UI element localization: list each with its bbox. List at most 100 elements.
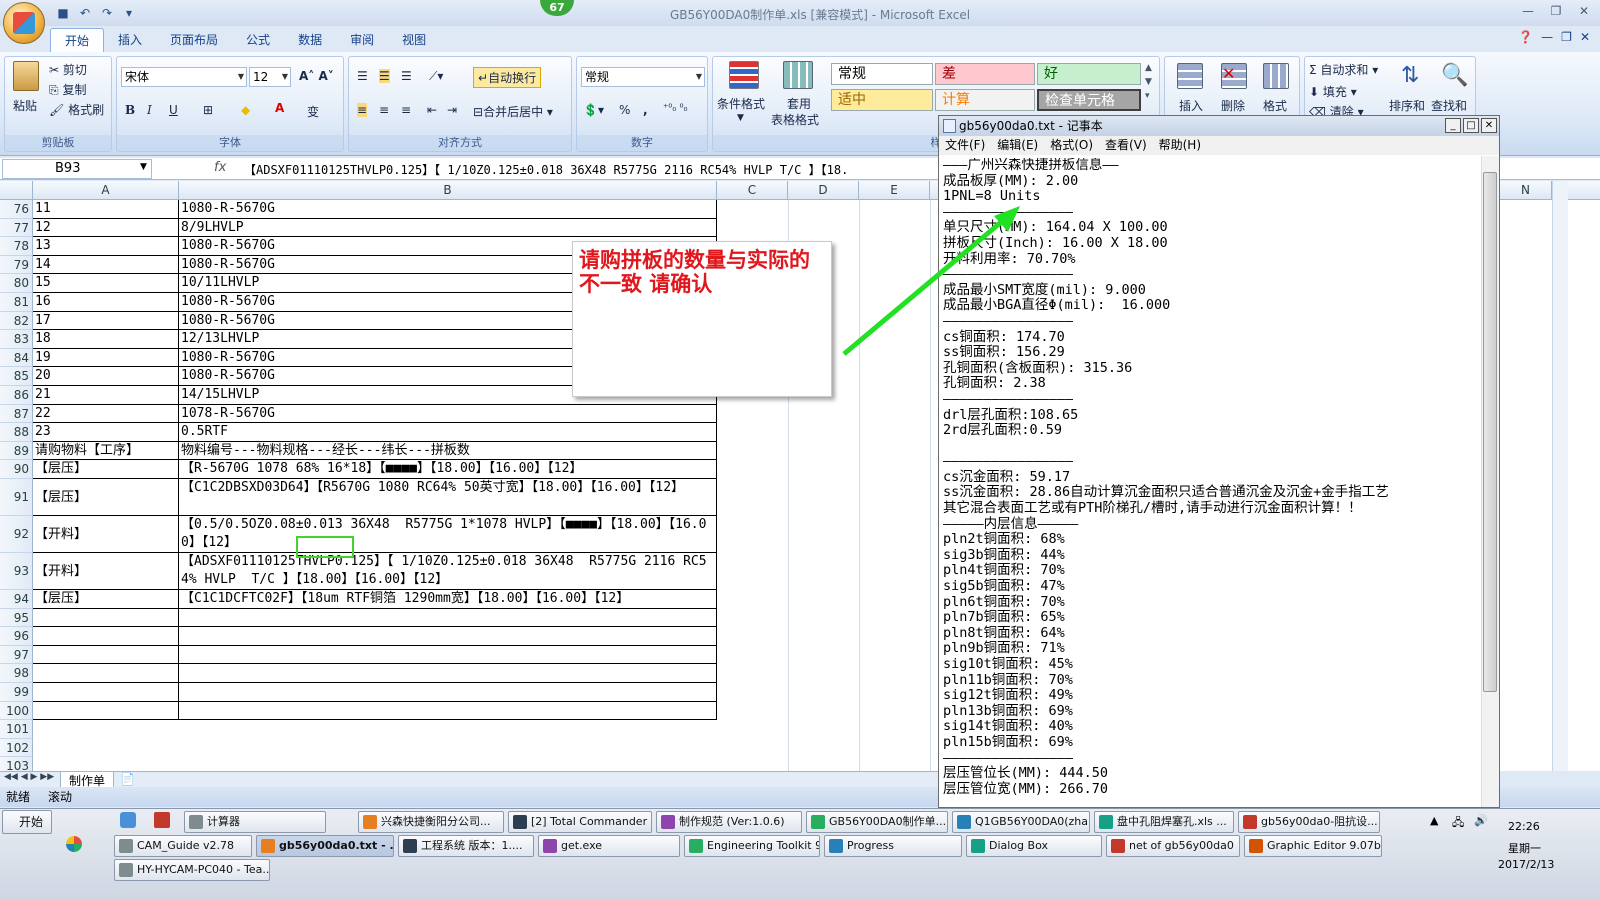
namebox-dropdown-icon[interactable]: ▼ xyxy=(140,162,147,172)
cell-b[interactable]: 物料编号---物料规格---经长---纬长---拼板数 xyxy=(179,441,717,461)
increase-decimal-icon[interactable]: ⁺⁰₀ ⁰₀ xyxy=(663,103,688,114)
cell-a[interactable]: 11 xyxy=(33,200,179,219)
style-neutral[interactable]: 适中 xyxy=(831,89,933,111)
cell-a[interactable]: 22 xyxy=(33,404,179,424)
ribbon-close-icon[interactable]: ✕ xyxy=(1580,30,1590,44)
column-header-n[interactable]: N xyxy=(1500,181,1552,200)
volume-icon[interactable]: 🔊 xyxy=(1474,814,1488,827)
align-middle-icon[interactable]: ☰ xyxy=(379,69,390,83)
currency-icon[interactable]: 💲▾ xyxy=(583,103,604,117)
cut-button[interactable]: ✂ 剪切 xyxy=(49,61,87,78)
table-format-label-1[interactable]: 套用 xyxy=(787,95,811,112)
row-header[interactable]: 77 xyxy=(0,218,33,238)
underline-icon[interactable]: U xyxy=(169,103,178,117)
network-icon[interactable]: 🖧 xyxy=(1452,814,1464,833)
cell-a[interactable] xyxy=(33,645,179,665)
autosum-button[interactable]: Σ 自动求和 ▾ xyxy=(1309,61,1378,78)
align-bottom-icon[interactable]: ☰ xyxy=(401,69,412,83)
column-header-e[interactable]: E xyxy=(859,181,930,200)
row-header[interactable]: 93 xyxy=(0,553,33,590)
comma-button[interactable]: , xyxy=(643,103,648,117)
find-select-button[interactable]: 查找和 xyxy=(1431,97,1467,114)
style-calculation[interactable]: 计算 xyxy=(935,89,1035,111)
table-format-icon[interactable] xyxy=(783,61,813,89)
insert-cells-icon[interactable] xyxy=(1177,63,1203,89)
binoculars-icon[interactable]: 🔍 xyxy=(1441,63,1468,88)
cell-b[interactable]: 8/9LHVLP xyxy=(179,218,717,238)
insert-cells-button[interactable]: 插入 xyxy=(1179,97,1203,114)
tray-expand-icon[interactable]: ▲ xyxy=(1430,814,1438,827)
cell-a[interactable] xyxy=(33,701,179,721)
cell-a[interactable]: 16 xyxy=(33,293,179,312)
column-header-c[interactable]: C xyxy=(717,181,788,200)
row-header[interactable]: 91 xyxy=(0,479,33,516)
font-name-combo[interactable]: 宋体 ▼ xyxy=(121,67,247,87)
fill-button[interactable]: ⬇ 填充 ▾ xyxy=(1309,83,1357,100)
cell-a[interactable] xyxy=(33,664,179,683)
row-header[interactable]: 96 xyxy=(0,627,33,646)
cell-a[interactable]: 请购物料【工序】 xyxy=(33,441,179,461)
font-size-combo[interactable]: 12 ▼ xyxy=(249,67,291,87)
cell-a[interactable]: 【层压】 xyxy=(33,460,179,479)
orientation-icon[interactable]: ⟋▾ xyxy=(429,69,443,84)
grow-font-icon[interactable]: A˄ A˅ xyxy=(299,69,334,83)
row-header[interactable]: 76 xyxy=(0,200,33,219)
style-normal[interactable]: 常规 xyxy=(831,63,933,85)
merge-center-button[interactable]: ⊟合并后居中 ▾ xyxy=(473,103,553,120)
undo-icon[interactable]: ↶ xyxy=(76,4,94,22)
taskbar-button[interactable]: 工程系统 版本：1.... xyxy=(398,835,534,857)
bold-icon[interactable]: B xyxy=(125,103,135,117)
row-header[interactable]: 86 xyxy=(0,386,33,405)
row-header[interactable]: 85 xyxy=(0,367,33,386)
cell-a[interactable]: 15 xyxy=(33,274,179,293)
cell-a[interactable]: 12 xyxy=(33,218,179,238)
delete-cells-icon[interactable]: ✕ xyxy=(1221,63,1247,89)
styles-scroll-icon[interactable]: ▲ ▼ ▾ xyxy=(1145,61,1152,103)
cell-b[interactable] xyxy=(179,645,717,665)
conditional-format-icon[interactable] xyxy=(729,61,759,89)
insert-sheet-icon[interactable]: 📄 xyxy=(120,772,135,786)
taskbar-button[interactable]: 计算器 xyxy=(184,811,326,833)
pdf-icon[interactable] xyxy=(154,812,170,828)
row-header[interactable]: 103 xyxy=(0,757,33,771)
row-header[interactable]: 84 xyxy=(0,348,33,368)
cell-a[interactable] xyxy=(33,757,179,771)
cell-b[interactable]: 【C1C2DBSXD03D64】【R5670G 1080 RC64% 50英寸宽… xyxy=(179,479,717,516)
align-left-icon[interactable]: ≡ xyxy=(357,103,368,117)
cell-a[interactable] xyxy=(33,720,179,739)
column-header-b[interactable]: B xyxy=(179,181,717,200)
row-header[interactable]: 83 xyxy=(0,330,33,349)
notepad-close-icon[interactable]: ✕ xyxy=(1481,118,1497,133)
sort-filter-button[interactable]: 排序和 xyxy=(1389,97,1425,114)
menu-file[interactable]: 文件(F) xyxy=(945,136,985,155)
cell-a[interactable] xyxy=(33,683,179,702)
redo-icon[interactable]: ↷ xyxy=(98,4,116,22)
cell-a[interactable] xyxy=(33,608,179,628)
menu-view[interactable]: 查看(V) xyxy=(1105,136,1147,155)
row-header[interactable]: 82 xyxy=(0,311,33,331)
start-button[interactable]: 开始 xyxy=(2,810,52,834)
cell-a[interactable]: 13 xyxy=(33,237,179,256)
row-header[interactable]: 99 xyxy=(0,683,33,702)
taskbar-button[interactable]: CAM_Guide v2.78 xyxy=(114,835,252,857)
row-header[interactable]: 89 xyxy=(0,441,33,461)
row-header[interactable]: 78 xyxy=(0,237,33,256)
row-header[interactable]: 87 xyxy=(0,404,33,424)
style-good[interactable]: 好 xyxy=(1037,63,1141,85)
row-header[interactable]: 88 xyxy=(0,423,33,442)
taskbar-button[interactable]: 制作规范 (Ver:1.0.6) xyxy=(656,811,802,833)
table-format-label-2[interactable]: 表格格式 xyxy=(771,111,819,128)
name-box[interactable]: B93 xyxy=(2,159,152,179)
number-format-combo[interactable]: 常规 ▼ xyxy=(581,67,705,87)
tab-data[interactable]: 数据 xyxy=(284,28,336,52)
help-icon[interactable]: ❓ xyxy=(1518,30,1533,44)
fill-color-icon[interactable]: ◆ xyxy=(241,103,250,117)
menu-edit[interactable]: 编辑(E) xyxy=(997,136,1038,155)
notepad-maximize-icon[interactable]: □ xyxy=(1463,118,1479,133)
cell-a[interactable]: 17 xyxy=(33,311,179,331)
column-header-d[interactable]: D xyxy=(788,181,859,200)
border-icon[interactable]: ⊞ xyxy=(203,103,213,117)
format-painter-button[interactable]: 🖌 格式刷 xyxy=(49,101,104,118)
taskbar-button[interactable]: Dialog Box xyxy=(966,835,1102,857)
cell-a[interactable]: 【层压】 xyxy=(33,479,179,516)
